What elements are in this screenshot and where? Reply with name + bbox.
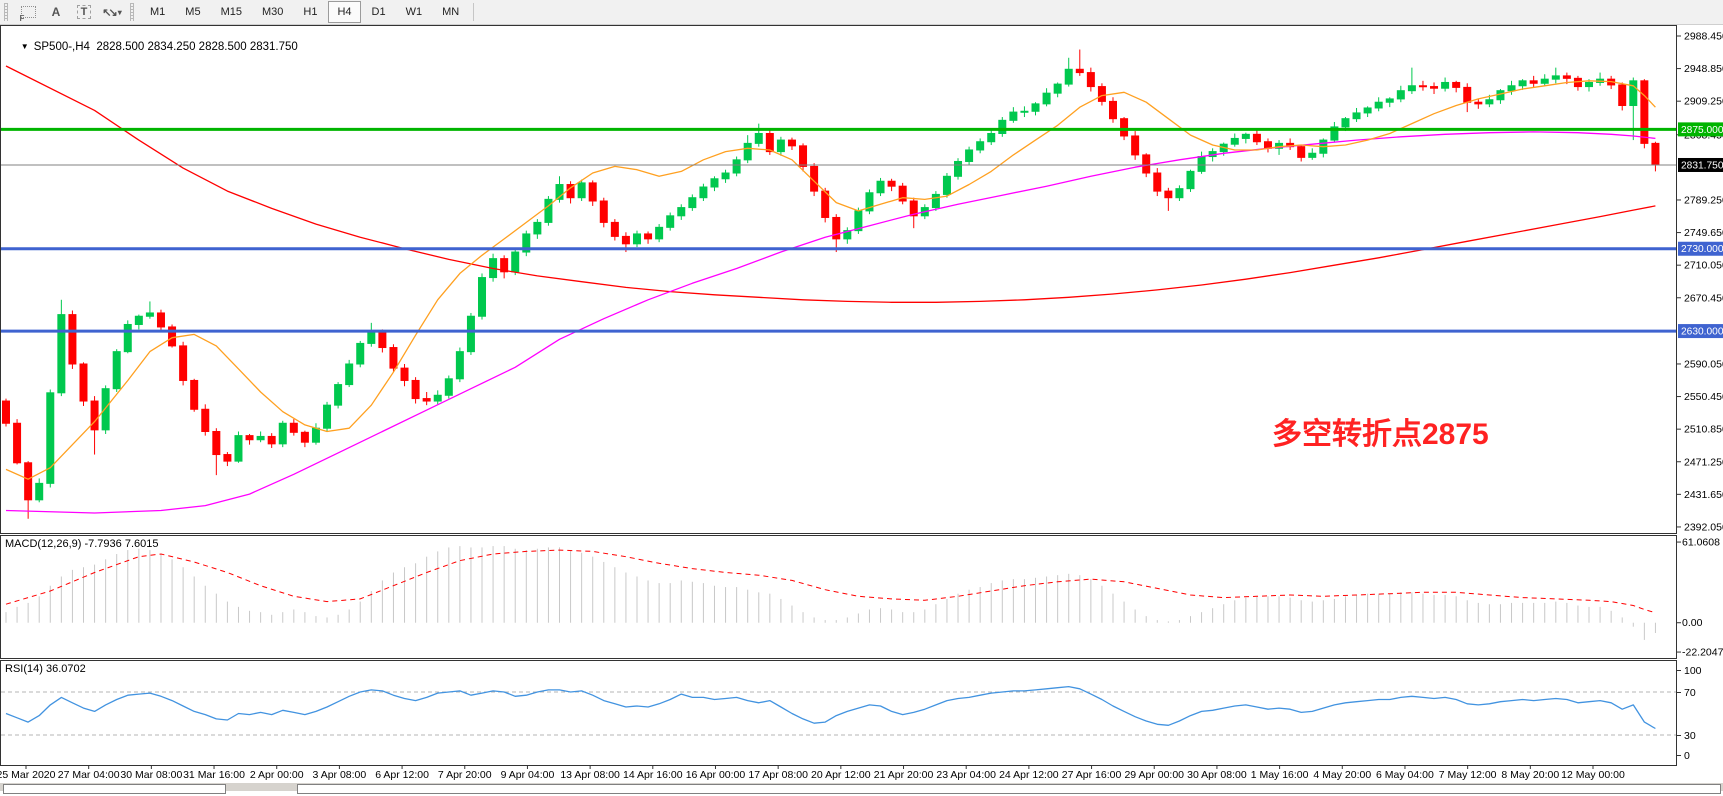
price-tick-label: 2749.650 (1684, 227, 1723, 239)
rsi-indicator-label: RSI(14) 36.0702 (5, 663, 86, 675)
font-tool-button[interactable]: A (44, 2, 68, 22)
price-tick-label: 2948.850 (1684, 63, 1723, 75)
arrow-tools-button[interactable]: ↖↘ ▾ (100, 2, 124, 22)
dotted-grid-icon: F (21, 6, 36, 18)
symbol-ohlc-label[interactable]: ▼ SP500-,H4 2828.500 2834.250 2828.500 28… (8, 29, 298, 65)
date-tick-label: 9 Apr 04:00 (501, 769, 555, 781)
date-tick-label: 30 Mar 08:00 (120, 769, 182, 781)
diagonal-arrows-icon: ↖↘ (102, 6, 114, 19)
date-tick-label: 27 Mar 04:00 (58, 769, 120, 781)
timeframe-button-H1[interactable]: H1 (294, 1, 326, 23)
toolbar-separator (473, 3, 474, 21)
rsi-tick-label: 0 (1684, 750, 1690, 762)
date-tick-label: 24 Apr 12:00 (999, 769, 1059, 781)
timeframe-button-D1[interactable]: D1 (363, 1, 395, 23)
price-tick-label: 2392.050 (1684, 521, 1723, 533)
chart-annotation-text[interactable]: 多空转折点2875 (1272, 418, 1489, 451)
timeframe-button-M1[interactable]: M1 (141, 1, 174, 23)
chart-grid-button[interactable]: F (16, 2, 40, 22)
date-tick-label: 27 Apr 16:00 (1062, 769, 1122, 781)
date-tick-label: 8 May 20:00 (1501, 769, 1559, 781)
chevron-down-icon: ▾ (118, 8, 122, 17)
date-tick-label: 21 Apr 20:00 (874, 769, 934, 781)
price-tick-label: 2550.450 (1684, 391, 1723, 403)
date-tick-label: 6 Apr 12:00 (375, 769, 429, 781)
symbol-name: SP500-,H4 (34, 41, 90, 53)
timeframe-button-MN[interactable]: MN (433, 1, 468, 23)
toolbar-grip-icon[interactable] (130, 3, 136, 21)
date-tick-label: 31 Mar 16:00 (183, 769, 245, 781)
timeframe-button-M30[interactable]: M30 (253, 1, 292, 23)
date-tick-label: 3 Apr 08:00 (313, 769, 367, 781)
support-line-2630-badge-label: 2630.000 (1681, 327, 1723, 338)
date-tick-label: 1 May 16:00 (1251, 769, 1309, 781)
date-tick-label: 16 Apr 00:00 (686, 769, 746, 781)
date-tick-label: 13 Apr 08:00 (560, 769, 620, 781)
status-panel-right (297, 784, 1721, 794)
date-tick-label: 7 May 12:00 (1439, 769, 1497, 781)
macd-tick-label: 61.0608 (1682, 537, 1720, 549)
timeframe-button-H4[interactable]: H4 (328, 1, 360, 23)
price-tick-label: 2590.050 (1684, 358, 1723, 370)
timeframe-bar: M1M5M15M30H1H4D1W1MN (140, 1, 469, 23)
macd-tick-label: -22.2047 (1682, 647, 1723, 659)
resistance-line-2875-badge-label: 2875.000 (1681, 125, 1723, 136)
timeframe-button-M5[interactable]: M5 (176, 1, 209, 23)
chart-area[interactable]: 2988.4502948.8502909.2502868.4502789.250… (0, 25, 1723, 791)
date-tick-label: 6 May 04:00 (1376, 769, 1434, 781)
support-line-2730-badge-label: 2730.000 (1681, 244, 1723, 255)
date-tick-label: 29 Apr 00:00 (1124, 769, 1184, 781)
timeframe-button-M15[interactable]: M15 (212, 1, 251, 23)
price-tick-label: 2988.450 (1684, 30, 1723, 42)
current-price-line-badge-label: 2831.750 (1681, 160, 1723, 171)
macd-tick-label: 0.00 (1682, 617, 1703, 629)
rsi-tick-label: 100 (1684, 665, 1702, 677)
timeframe-button-W1[interactable]: W1 (397, 1, 432, 23)
price-tick-label: 2431.650 (1684, 489, 1723, 501)
rsi-tick-label: 70 (1684, 687, 1696, 699)
text-label-tool-button[interactable]: T (72, 2, 96, 22)
symbol-ohlc-values: 2828.500 2834.250 2828.500 2831.750 (96, 41, 297, 53)
grid-f-label: F (20, 14, 25, 23)
date-tick-label: 2 Apr 00:00 (250, 769, 304, 781)
date-tick-label: 12 May 00:00 (1561, 769, 1625, 781)
main-chart-panel[interactable] (1, 26, 1677, 534)
date-tick-label: 23 Apr 04:00 (936, 769, 996, 781)
date-tick-label: 25 Mar 2020 (0, 769, 56, 781)
top-toolbar: F A T ↖↘ ▾ M1M5M15M30H1H4D1W1MN (0, 0, 1723, 25)
price-tick-label: 2789.250 (1684, 194, 1723, 206)
status-panel-left (3, 784, 226, 794)
chart-svg[interactable]: 2988.4502948.8502909.2502868.4502789.250… (0, 25, 1723, 791)
date-tick-label: 14 Apr 16:00 (623, 769, 683, 781)
date-tick-label: 17 Apr 08:00 (748, 769, 808, 781)
price-tick-label: 2670.450 (1684, 292, 1723, 304)
price-tick-label: 2710.050 (1684, 260, 1723, 272)
text-box-icon: T (77, 5, 92, 19)
macd-panel[interactable] (1, 536, 1677, 659)
date-tick-label: 7 Apr 20:00 (438, 769, 492, 781)
date-tick-label: 20 Apr 12:00 (811, 769, 871, 781)
letter-a-icon: A (52, 5, 61, 19)
rsi-panel[interactable] (1, 661, 1677, 766)
rsi-tick-label: 30 (1684, 730, 1696, 742)
date-tick-label: 30 Apr 08:00 (1187, 769, 1247, 781)
symbol-dropdown-icon[interactable]: ▼ (21, 42, 29, 51)
price-tick-label: 2510.850 (1684, 424, 1723, 436)
price-tick-label: 2471.250 (1684, 456, 1723, 468)
date-tick-label: 4 May 20:00 (1313, 769, 1371, 781)
toolbar-grip-icon[interactable] (4, 3, 10, 21)
status-strip (0, 783, 1723, 791)
macd-indicator-label: MACD(12,26,9) -7.7936 7.6015 (5, 538, 158, 550)
price-tick-label: 2909.250 (1684, 96, 1723, 108)
